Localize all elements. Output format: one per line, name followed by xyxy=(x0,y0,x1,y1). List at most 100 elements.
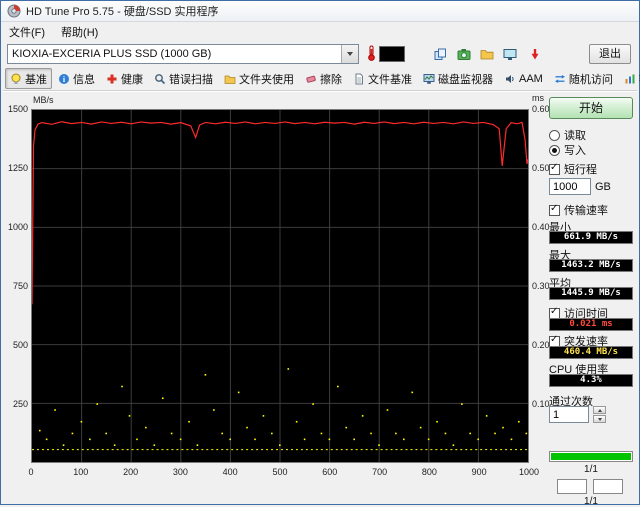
result-page-boxes xyxy=(557,479,623,494)
pass-count-row xyxy=(549,406,606,423)
tab-aam[interactable]: AAM xyxy=(499,68,548,89)
benchmark-chart: MB/s ms 1500 1250 1000 750 500 250 0.60 0.50 0.4… xyxy=(5,93,551,485)
monitor-icon xyxy=(503,48,517,61)
transfer-rate-label: 传输速率 xyxy=(564,205,608,217)
progress-bar-fill xyxy=(551,453,631,460)
drive-selector-value: KIOXIA-EXCERIA PLUS SSD (1000 GB) xyxy=(12,48,212,60)
access-time-checkbox[interactable] xyxy=(549,306,560,319)
tab-folder-usage-label: 文件夹使用 xyxy=(239,73,294,86)
app-icon xyxy=(7,4,21,18)
write-radio[interactable] xyxy=(549,144,560,156)
thermometer-icon xyxy=(365,45,378,61)
x-axis-tick: 800 xyxy=(421,467,437,477)
spin-up-button[interactable] xyxy=(593,406,606,414)
hdtune-window: HD Tune Pro 5.75 - 硬盘/SSD 实用程序 文件(F) 帮助(… xyxy=(0,0,640,507)
window-title: HD Tune Pro 5.75 - 硬盘/SSD 实用程序 xyxy=(26,6,219,18)
left-axis-tick: 1000 xyxy=(7,222,28,232)
tab-error-scan-label: 错误扫描 xyxy=(169,73,213,86)
tab-file-benchmark-label: 文件基准 xyxy=(368,73,412,86)
left-axis-tick: 1500 xyxy=(7,104,28,114)
start-button[interactable]: 开始 xyxy=(549,97,633,119)
cpu-usage-value: 4.3% xyxy=(549,374,633,387)
tab-aam-label: AAM xyxy=(519,72,543,85)
access-time-value: 0.021 ms xyxy=(549,318,633,331)
tab-erase[interactable]: 擦除 xyxy=(300,68,347,89)
tab-benchmark[interactable]: 基准 xyxy=(5,68,52,89)
chevron-down-icon[interactable] xyxy=(341,45,358,63)
x-axis-tick: 500 xyxy=(272,467,288,477)
copy-to-clipboard-button[interactable] xyxy=(429,44,452,64)
save-results-button[interactable] xyxy=(475,44,498,64)
short-stroke-checkbox[interactable] xyxy=(549,162,560,175)
tab-random-access-label: 随机访问 xyxy=(568,73,613,86)
left-axis-tick: 1250 xyxy=(7,163,28,173)
short-stroke-option[interactable]: 短行程 xyxy=(549,161,597,177)
spin-down-button[interactable] xyxy=(593,415,606,423)
transfer-rate-option[interactable]: 传输速率 xyxy=(549,202,608,218)
bar-chart-icon xyxy=(624,73,636,85)
x-axis-tick: 1000 xyxy=(518,467,540,477)
tab-benchmark-label: 基准 xyxy=(25,73,47,86)
short-stroke-label: 短行程 xyxy=(564,164,597,176)
result-page-text: 1/1 xyxy=(584,496,598,507)
toolbar-separator xyxy=(3,90,637,92)
tab-disk-monitor[interactable]: 磁盘监视器 xyxy=(418,68,498,89)
read-radio[interactable] xyxy=(549,129,560,141)
tab-folder-usage[interactable]: 文件夹使用 xyxy=(219,68,299,89)
result-page-box-2[interactable] xyxy=(593,479,623,494)
left-axis-tick: 750 xyxy=(12,281,28,291)
pass-count-input[interactable] xyxy=(549,406,589,423)
download-arrow-icon xyxy=(528,48,542,61)
right-axis-unit: ms xyxy=(532,93,544,103)
tab-error-scan[interactable]: 错误扫描 xyxy=(149,68,218,89)
random-access-icon xyxy=(554,73,566,85)
tab-info[interactable]: i 信息 xyxy=(53,68,100,89)
tab-health[interactable]: 健康 xyxy=(101,68,148,89)
title-bar: HD Tune Pro 5.75 - 硬盘/SSD 实用程序 xyxy=(1,1,639,22)
progress-text: 1/1 xyxy=(584,464,598,475)
file-icon xyxy=(353,73,365,85)
write-label: 写入 xyxy=(564,145,586,157)
screenshot-button[interactable] xyxy=(452,44,475,64)
x-axis-tick: 400 xyxy=(222,467,238,477)
health-cross-icon xyxy=(106,73,118,85)
read-option[interactable]: 读取 xyxy=(549,127,586,143)
benchmark-panel: 开始 读取 写入 短行程 GB 传输速率 最小 661.9 MB/s 最大 14… xyxy=(547,93,637,507)
max-value: 1463.2 MB/s xyxy=(549,259,633,272)
info-icon: i xyxy=(58,73,70,85)
read-label: 读取 xyxy=(564,130,586,142)
x-axis-tick: 0 xyxy=(28,467,34,477)
drive-selector[interactable]: KIOXIA-EXCERIA PLUS SSD (1000 GB) xyxy=(7,44,359,64)
tab-erase-label: 擦除 xyxy=(320,73,342,86)
capacity-input[interactable] xyxy=(549,178,591,195)
pass-count-stepper xyxy=(593,406,606,423)
x-axis-tick: 700 xyxy=(372,467,388,477)
transfer-rate-checkbox[interactable] xyxy=(549,203,560,216)
left-axis-tick: 500 xyxy=(12,340,28,350)
folder-icon xyxy=(480,48,494,60)
x-axis-tick: 600 xyxy=(322,467,338,477)
result-page-box-1[interactable] xyxy=(557,479,587,494)
speaker-icon xyxy=(504,73,516,85)
left-axis-tick: 250 xyxy=(12,399,28,409)
benchmark-icon xyxy=(10,73,22,85)
exit-button[interactable]: 退出 xyxy=(589,44,631,64)
magnifier-icon xyxy=(154,73,166,85)
disk-monitor-button[interactable] xyxy=(498,44,521,64)
tab-random-access[interactable]: 随机访问 xyxy=(549,68,618,89)
avg-value: 1445.9 MB/s xyxy=(549,287,633,300)
x-axis-tick: 200 xyxy=(123,467,139,477)
update-button[interactable] xyxy=(523,44,546,64)
capacity-unit-label: GB xyxy=(595,180,611,193)
disk-monitor-tab-icon xyxy=(423,73,435,85)
tab-extra-tests[interactable]: 额外测试 xyxy=(619,68,640,89)
x-axis-tick: 100 xyxy=(73,467,89,477)
tab-disk-monitor-label: 磁盘监视器 xyxy=(438,73,493,86)
write-option[interactable]: 写入 xyxy=(549,142,586,158)
copy-icon xyxy=(434,48,447,61)
tab-file-benchmark[interactable]: 文件基准 xyxy=(348,68,417,89)
eraser-icon xyxy=(305,73,317,85)
menu-help[interactable]: 帮助(H) xyxy=(53,22,106,42)
burst-rate-checkbox[interactable] xyxy=(549,334,560,347)
menu-file[interactable]: 文件(F) xyxy=(1,22,53,42)
